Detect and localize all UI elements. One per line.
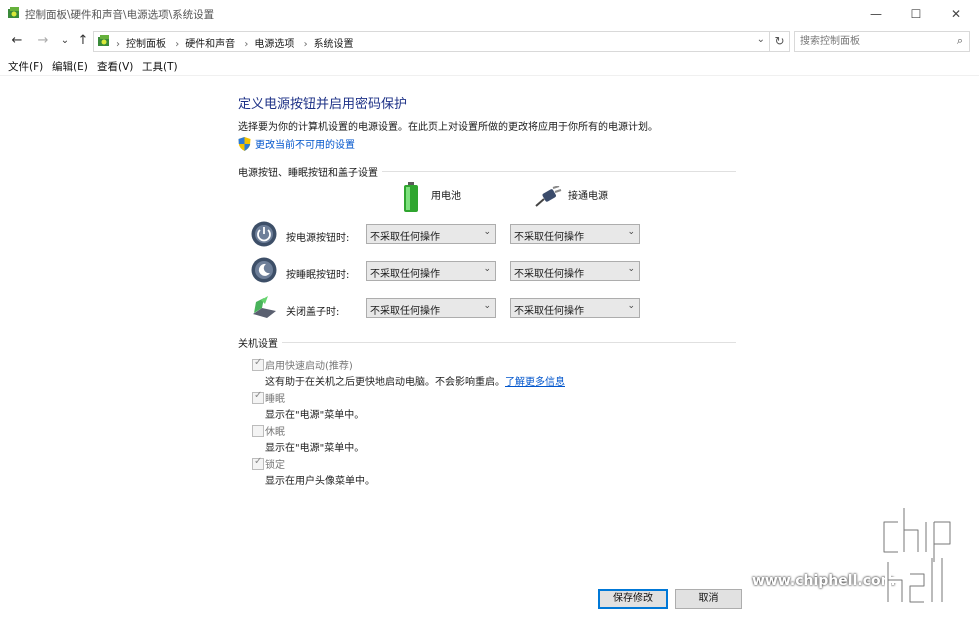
up-button[interactable]: ↑: [75, 33, 91, 49]
refresh-button[interactable]: ↻: [769, 31, 790, 52]
uac-shield-icon: [238, 137, 251, 151]
row-label-sleep-button: 按睡眠按钮时:: [286, 270, 350, 281]
hibernate-label: 休眠: [265, 427, 285, 438]
window-title: 控制面板\硬件和声音\电源选项\系统设置: [25, 9, 215, 21]
battery-icon: [404, 182, 418, 212]
chevron-down-icon[interactable]: ⌄: [757, 34, 765, 45]
forward-button[interactable]: →: [35, 33, 51, 49]
watermark-url: www.chiphell.com: [752, 573, 896, 589]
chevron-down-icon: ⌄: [483, 301, 491, 311]
chevron-right-icon[interactable]: ›: [116, 39, 120, 50]
power-button-plugged-select[interactable]: 不采取任何操作 ⌄: [510, 224, 640, 244]
hibernate-checkbox[interactable]: [252, 425, 264, 437]
chevron-down-icon: ⌄: [627, 227, 635, 237]
back-button[interactable]: ←: [9, 33, 25, 49]
close-lid-plugged-select[interactable]: 不采取任何操作 ⌄: [510, 298, 640, 318]
search-input[interactable]: [800, 34, 945, 48]
cancel-button[interactable]: 取消: [675, 589, 742, 609]
power-button-icon: [251, 221, 277, 247]
chevron-right-icon[interactable]: ›: [304, 39, 308, 50]
power-button-battery-select[interactable]: 不采取任何操作 ⌄: [366, 224, 496, 244]
selected-value: 不采取任何操作: [514, 269, 584, 280]
sleep-button-icon: [251, 257, 277, 283]
sleep-checkbox[interactable]: [252, 390, 264, 404]
menu-edit[interactable]: 编辑(E): [52, 59, 88, 74]
chevron-down-icon: ⌄: [483, 264, 491, 274]
close-button[interactable]: ✕: [933, 0, 979, 28]
page-description: 选择要为你的计算机设置的电源设置。在此页上对设置所做的更改将应用于你所有的电源计…: [238, 122, 658, 133]
control-panel-icon: [98, 35, 109, 46]
learn-more-link[interactable]: 了解更多信息: [505, 377, 565, 388]
sleep-button-battery-select[interactable]: 不采取任何操作 ⌄: [366, 261, 496, 281]
lock-description: 显示在用户头像菜单中。: [265, 476, 375, 487]
section-label: 电源按钮、睡眠按钮和盖子设置: [238, 164, 382, 179]
row-label-power-button: 按电源按钮时:: [286, 233, 350, 244]
change-settings-link-row[interactable]: 更改当前不可用的设置: [238, 136, 355, 151]
page-title: 定义电源按钮并启用密码保护: [238, 97, 408, 112]
recent-locations-button[interactable]: ⌄: [57, 33, 73, 49]
selected-value: 不采取任何操作: [514, 306, 584, 317]
title-bar: 控制面板\硬件和声音\电源选项\系统设置 — ☐ ✕: [0, 0, 979, 28]
fast-startup-checkbox[interactable]: [252, 357, 264, 371]
hibernate-description: 显示在"电源"菜单中。: [265, 443, 365, 454]
fast-startup-label: 启用快速启动(推荐): [265, 361, 353, 372]
column-header-plugged-in: 接通电源: [568, 191, 608, 202]
menu-file[interactable]: 文件(F): [8, 59, 43, 74]
power-plug-icon: [535, 186, 562, 207]
menu-bar: 文件(F) 编辑(E) 查看(V) 工具(T): [0, 57, 979, 76]
description-text: 这有助于在关机之后更快地启动电脑。不会影响重启。: [265, 377, 505, 388]
sleep-button-plugged-select[interactable]: 不采取任何操作 ⌄: [510, 261, 640, 281]
laptop-lid-icon: [253, 296, 276, 318]
breadcrumb-item[interactable]: 硬件和声音: [185, 39, 235, 50]
lock-label: 锁定: [265, 460, 285, 471]
control-panel-icon: [8, 7, 19, 18]
close-lid-battery-select[interactable]: 不采取任何操作 ⌄: [366, 298, 496, 318]
sleep-label: 睡眠: [265, 394, 285, 405]
breadcrumb-item[interactable]: 系统设置: [314, 39, 354, 50]
selected-value: 不采取任何操作: [370, 306, 440, 317]
selected-value: 不采取任何操作: [370, 269, 440, 280]
section-label: 关机设置: [238, 335, 282, 350]
chevron-down-icon: ⌄: [483, 227, 491, 237]
section-header-shutdown: 关机设置: [238, 335, 736, 350]
chiphell-logo-watermark: [881, 508, 953, 605]
chevron-right-icon[interactable]: ›: [244, 39, 248, 50]
save-changes-button[interactable]: 保存修改: [598, 589, 668, 609]
breadcrumb-item[interactable]: 控制面板: [126, 39, 166, 50]
address-bar[interactable]: › 控制面板 › 硬件和声音 › 电源选项 › 系统设置 ⌄: [93, 31, 770, 52]
chevron-right-icon[interactable]: ›: [175, 39, 179, 50]
chevron-down-icon: ⌄: [627, 264, 635, 274]
section-header-buttons: 电源按钮、睡眠按钮和盖子设置: [238, 164, 736, 179]
selected-value: 不采取任何操作: [514, 232, 584, 243]
menu-tools[interactable]: 工具(T): [142, 59, 178, 74]
breadcrumb-item[interactable]: 电源选项: [254, 39, 294, 50]
search-icon[interactable]: ⌕: [957, 34, 963, 48]
column-header-battery: 用电池: [431, 191, 461, 202]
lock-checkbox[interactable]: [252, 456, 264, 470]
menu-view[interactable]: 查看(V): [97, 59, 133, 74]
change-unavailable-settings-link[interactable]: 更改当前不可用的设置: [255, 140, 355, 151]
sleep-description: 显示在"电源"菜单中。: [265, 410, 365, 421]
fast-startup-description: 这有助于在关机之后更快地启动电脑。不会影响重启。了解更多信息: [265, 373, 565, 388]
row-label-close-lid: 关闭盖子时:: [286, 307, 340, 318]
chevron-down-icon: ⌄: [627, 301, 635, 311]
selected-value: 不采取任何操作: [370, 232, 440, 243]
breadcrumb: › 控制面板 › 硬件和声音 › 电源选项 › 系统设置: [116, 35, 354, 50]
search-box[interactable]: ⌕: [794, 31, 970, 52]
